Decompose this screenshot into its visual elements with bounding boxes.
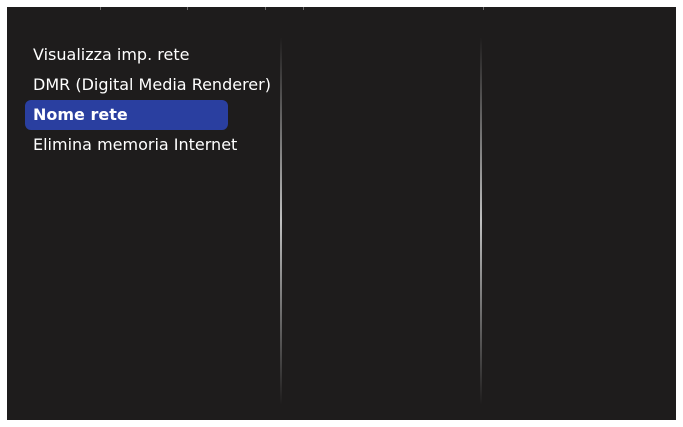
menu-item-network-name[interactable]: Nome rete: [25, 100, 228, 130]
network-settings-menu: Visualizza imp. rete DMR (Digital Media …: [25, 40, 285, 160]
tv-screen: Visualizza imp. rete DMR (Digital Media …: [7, 7, 676, 420]
menu-item-network-settings-view[interactable]: Visualizza imp. rete: [25, 40, 285, 70]
menu-item-label: Elimina memoria Internet: [33, 135, 238, 154]
edge-marker: [303, 7, 304, 10]
edge-marker: [187, 7, 188, 10]
menu-item-dmr[interactable]: DMR (Digital Media Renderer): [25, 70, 285, 100]
column-divider: [280, 37, 282, 405]
edge-marker: [100, 7, 101, 10]
menu-item-label: DMR (Digital Media Renderer): [33, 75, 271, 94]
edge-marker: [483, 7, 484, 10]
menu-item-label: Nome rete: [33, 105, 128, 124]
edge-marker: [265, 7, 266, 10]
top-edge-markers: [7, 7, 676, 11]
column-divider: [480, 37, 482, 405]
tv-frame: Visualizza imp. rete DMR (Digital Media …: [0, 0, 683, 427]
menu-item-clear-internet-memory[interactable]: Elimina memoria Internet: [25, 130, 285, 160]
menu-item-label: Visualizza imp. rete: [33, 45, 190, 64]
